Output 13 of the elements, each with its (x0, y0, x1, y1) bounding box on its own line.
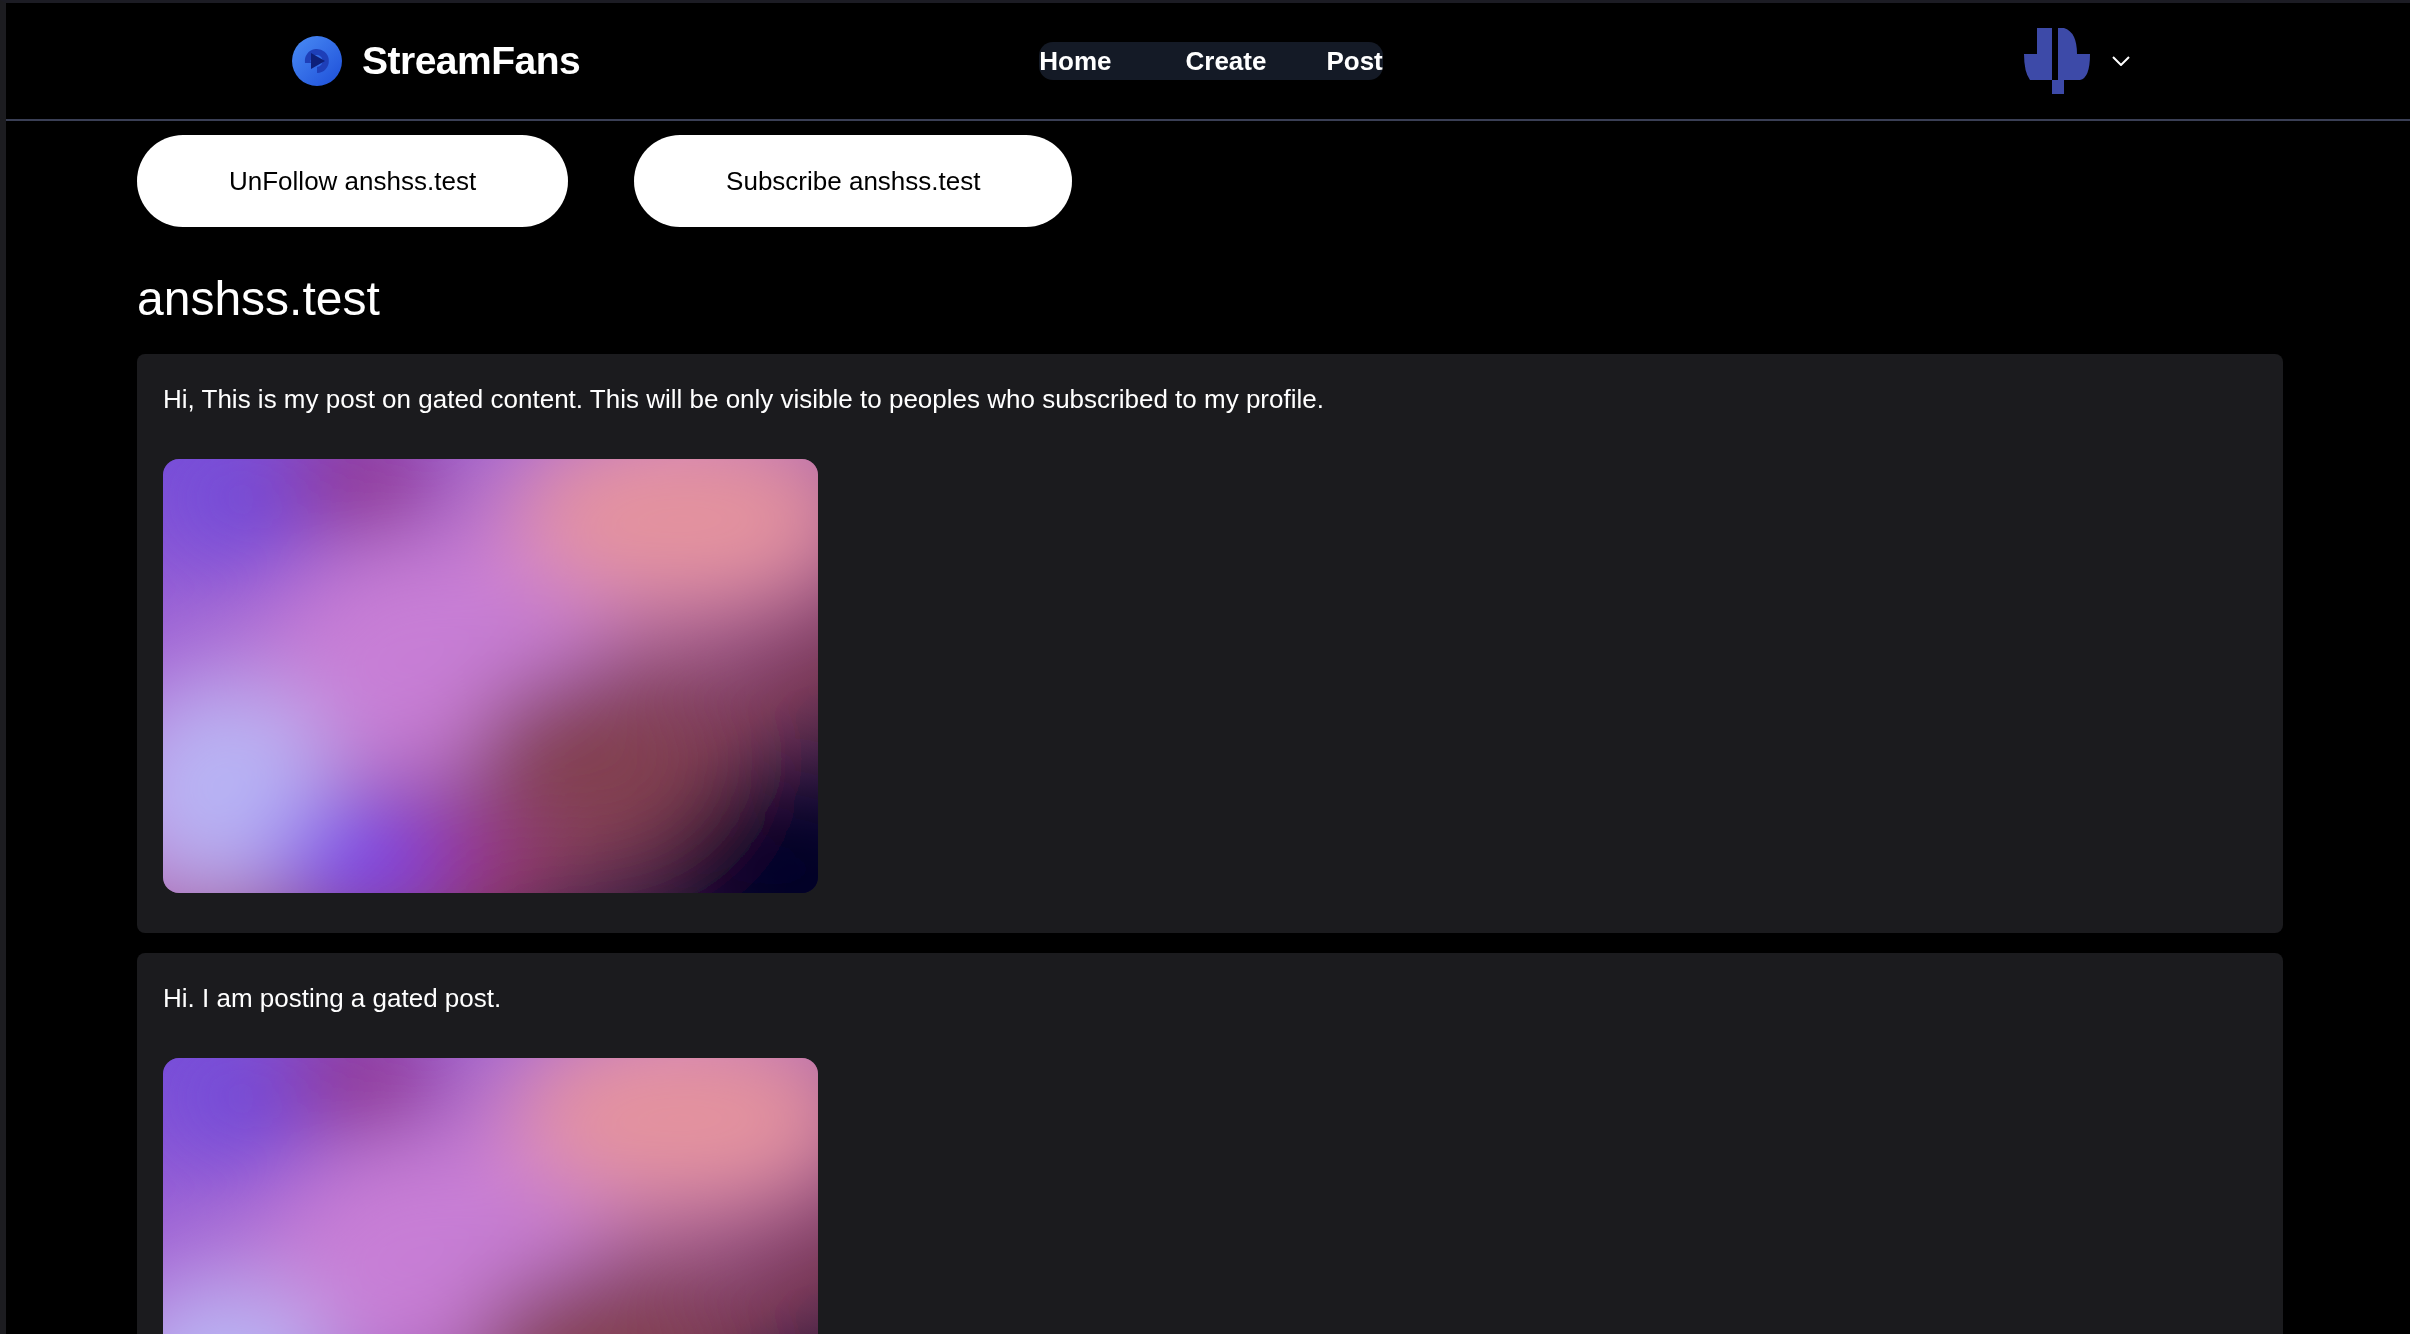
chevron-down-icon (2112, 56, 2130, 66)
subscribe-button[interactable]: Subscribe anshss.test (634, 135, 1073, 227)
play-logo-icon (292, 36, 342, 86)
brand-name: StreamFans (362, 39, 581, 83)
post-text: Hi, This is my post on gated content. This will be only visible to peoples who subscribed to my profile. (163, 384, 1325, 416)
nav-link[interactable]: Create (1171, 45, 1281, 77)
post-text: Hi. I am posting a gated post. (163, 983, 503, 1015)
nav-link[interactable]: Post (1312, 45, 1383, 77)
avatar-icon (2024, 28, 2090, 94)
unfollow-button[interactable]: UnFollow anshss.test (137, 135, 569, 227)
profile-name: anshss.test (137, 271, 381, 326)
user-menu-button[interactable] (2024, 28, 2130, 94)
nav-link[interactable]: Home (1039, 45, 1126, 77)
